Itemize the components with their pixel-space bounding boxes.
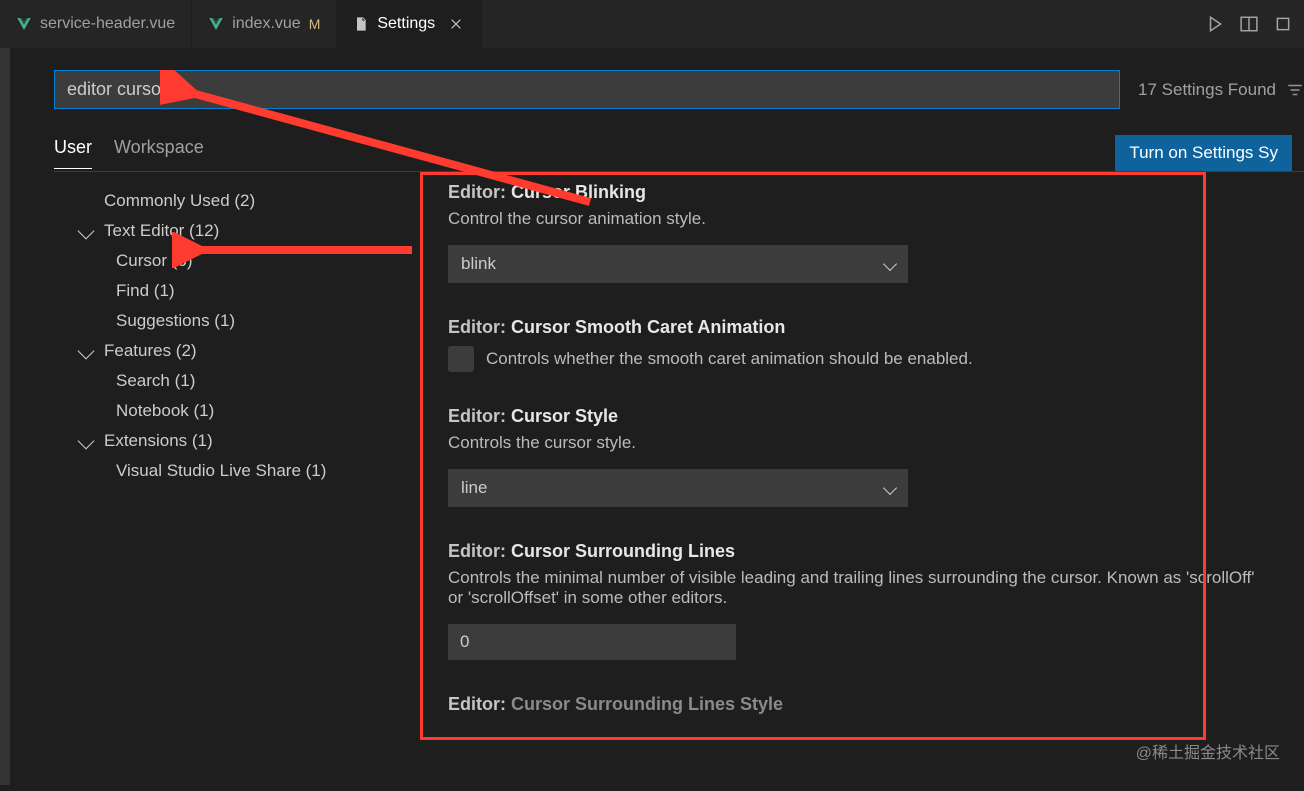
settings-tree: Commonly Used (2) Text Editor (12) Curso…	[54, 172, 408, 791]
setting-cursor-blinking: Editor: Cursor Blinking Control the curs…	[448, 182, 1284, 283]
tab-settings[interactable]: Settings	[337, 0, 482, 48]
tree-features[interactable]: Features (2)	[62, 336, 400, 366]
cursor-surrounding-input[interactable]	[448, 624, 736, 660]
tab-label: Settings	[377, 15, 435, 33]
setting-cursor-smooth: Editor: Cursor Smooth Caret Animation Co…	[448, 317, 1284, 372]
tab-actions	[1206, 0, 1304, 48]
setting-cursor-style: Editor: Cursor Style Controls the cursor…	[448, 406, 1284, 507]
vue-icon	[16, 16, 32, 32]
results-count: 17 Settings Found	[1120, 80, 1286, 100]
chevron-down-icon	[883, 481, 897, 495]
cursor-smooth-checkbox[interactable]	[448, 346, 474, 372]
split-editor-icon[interactable]	[1240, 15, 1258, 33]
tab-index[interactable]: index.vue M	[192, 0, 337, 48]
more-icon[interactable]	[1274, 15, 1292, 33]
chevron-down-icon	[78, 343, 95, 360]
tree-search[interactable]: Search (1)	[62, 366, 400, 396]
tab-service-header[interactable]: service-header.vue	[0, 0, 192, 48]
tab-bar: service-header.vue index.vue M Settings	[0, 0, 1304, 48]
watermark: @稀土掘金技术社区	[1136, 739, 1280, 763]
settings-sync-button[interactable]: Turn on Settings Sy	[1115, 135, 1292, 171]
setting-cursor-surrounding: Editor: Cursor Surrounding Lines Control…	[448, 541, 1284, 660]
chevron-down-icon	[78, 433, 95, 450]
setting-cursor-surrounding-style: Editor: Cursor Surrounding Lines Style	[448, 694, 1284, 715]
scope-workspace-tab[interactable]: Workspace	[114, 137, 204, 169]
tree-commonly-used[interactable]: Commonly Used (2)	[62, 186, 400, 216]
settings-file-icon	[353, 16, 369, 32]
tree-find[interactable]: Find (1)	[62, 276, 400, 306]
tree-cursor[interactable]: Cursor (6)	[62, 246, 400, 276]
tree-suggestions[interactable]: Suggestions (1)	[62, 306, 400, 336]
filter-icon[interactable]	[1286, 81, 1304, 99]
tree-liveshare[interactable]: Visual Studio Live Share (1)	[62, 456, 400, 486]
tab-label: index.vue	[232, 15, 301, 33]
tree-text-editor[interactable]: Text Editor (12)	[62, 216, 400, 246]
tab-label: service-header.vue	[40, 15, 175, 33]
settings-detail: Editor: Cursor Blinking Control the curs…	[408, 172, 1304, 791]
settings-search-input[interactable]	[54, 70, 1120, 109]
chevron-down-icon	[78, 223, 95, 240]
cursor-blinking-select[interactable]: blink	[448, 245, 908, 283]
scope-user-tab[interactable]: User	[54, 137, 92, 169]
side-strip	[0, 48, 10, 785]
chevron-down-icon	[883, 257, 897, 271]
close-icon[interactable]	[447, 15, 465, 33]
tree-notebook[interactable]: Notebook (1)	[62, 396, 400, 426]
cursor-style-select[interactable]: line	[448, 469, 908, 507]
modified-badge: M	[309, 16, 321, 32]
scope-tabs: User Workspace	[54, 137, 204, 169]
tree-extensions[interactable]: Extensions (1)	[62, 426, 400, 456]
vue-icon	[208, 16, 224, 32]
run-icon[interactable]	[1206, 15, 1224, 33]
